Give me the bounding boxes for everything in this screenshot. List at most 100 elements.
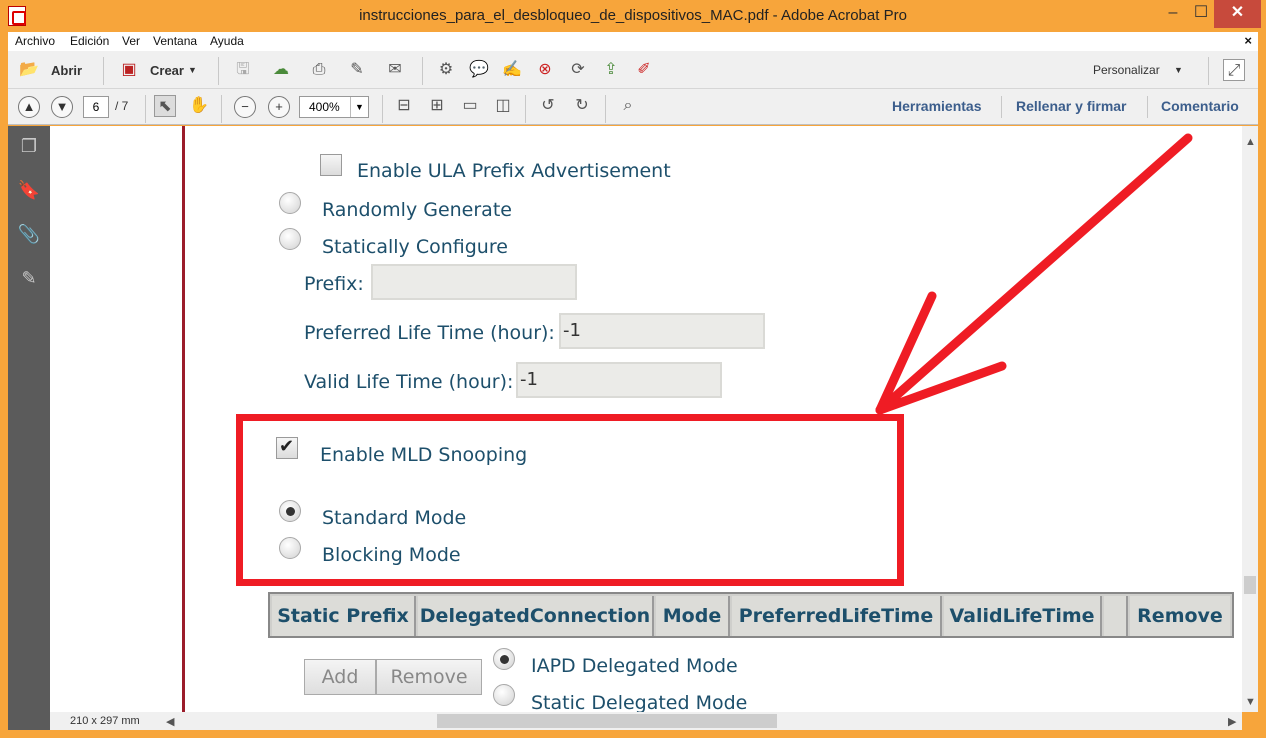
- horizontal-scrollbar[interactable]: ◀ ▶: [162, 712, 1242, 730]
- prefix-table-header: Static Prefix DelegatedConnection Mode P…: [268, 592, 1234, 638]
- static-delegated-label: Static Delegated Mode: [531, 692, 748, 712]
- vertical-scroll-thumb[interactable]: [1244, 576, 1256, 594]
- toolbar-divider: [422, 57, 423, 85]
- close-document-icon[interactable]: ×: [1244, 33, 1252, 48]
- create-pdf-icon[interactable]: ▣: [118, 59, 140, 81]
- valid-life-time-label: Valid Life Time (hour):: [304, 371, 514, 393]
- static-delegated-radio[interactable]: [493, 684, 515, 706]
- chevron-down-icon[interactable]: ▼: [350, 97, 368, 117]
- blocking-mode-radio[interactable]: [279, 537, 301, 559]
- bookmark-icon[interactable]: 🔖: [17, 178, 41, 202]
- next-page-icon[interactable]: ▼: [51, 96, 73, 118]
- print-icon[interactable]: ⎙: [308, 59, 330, 81]
- create-button[interactable]: Crear: [150, 63, 184, 78]
- customize-dropdown-icon[interactable]: ▼: [1174, 65, 1183, 75]
- menu-edicion[interactable]: Edición: [70, 34, 109, 48]
- fit-page-icon[interactable]: ⊞: [426, 95, 448, 117]
- acrobat-window: instrucciones_para_el_desbloqueo_de_disp…: [0, 0, 1266, 738]
- comment-icon[interactable]: 💬: [468, 59, 490, 81]
- standard-mode-label: Standard Mode: [322, 507, 467, 529]
- gear-icon[interactable]: ⚙: [435, 59, 457, 81]
- open-button[interactable]: Abrir: [51, 63, 82, 78]
- email-icon[interactable]: ✉: [384, 59, 406, 81]
- minimize-button[interactable]: ‒: [1160, 0, 1186, 28]
- zoom-select[interactable]: 400% ▼: [299, 96, 369, 118]
- mld-snooping-checkbox[interactable]: [276, 436, 298, 459]
- menu-ver[interactable]: Ver: [122, 34, 140, 48]
- randomly-generate-radio[interactable]: [279, 192, 301, 214]
- expand-icon[interactable]: ⤢: [1223, 59, 1245, 81]
- statically-configure-radio[interactable]: [279, 228, 301, 250]
- create-dropdown-icon[interactable]: ▼: [188, 65, 197, 75]
- search-icon[interactable]: ⌕: [617, 95, 639, 117]
- save-icon[interactable]: 🖫: [232, 59, 254, 81]
- folder-icon[interactable]: 📂: [18, 59, 40, 81]
- column-delegated-connection: DelegatedConnection: [418, 596, 654, 636]
- navigation-toolbar: ▲ ▼ 6 / 7 ⬉ ✋ − + 400% ▼ ⊟ ⊞ ▭ ◫ ↺ ↻ ⌕ H…: [8, 89, 1258, 125]
- toolbar-divider: [103, 57, 104, 85]
- fit-width-icon[interactable]: ⊟: [393, 95, 415, 117]
- iapd-delegated-radio[interactable]: [493, 648, 515, 670]
- highlight-icon[interactable]: ✍: [501, 59, 523, 81]
- zoom-in-icon[interactable]: +: [268, 96, 290, 118]
- document-view[interactable]: Enable ULA Prefix Advertisement Randomly…: [50, 126, 1242, 712]
- sign-icon[interactable]: ✐: [633, 59, 655, 81]
- prefix-label: Prefix:: [304, 273, 364, 295]
- toolbar-divider: [1147, 96, 1148, 118]
- signature-icon[interactable]: ✎: [17, 266, 41, 290]
- single-page-icon[interactable]: ▭: [459, 95, 481, 117]
- horizontal-scroll-thumb[interactable]: [437, 714, 777, 728]
- standard-mode-radio[interactable]: [279, 500, 301, 522]
- hand-tool-icon[interactable]: ✋: [188, 95, 210, 117]
- rotate-clockwise-icon[interactable]: ↻: [571, 95, 593, 117]
- scroll-down-icon[interactable]: ▼: [1245, 696, 1256, 708]
- two-page-icon[interactable]: ◫: [492, 95, 514, 117]
- mld-snooping-label: Enable MLD Snooping: [320, 444, 528, 466]
- zoom-out-icon[interactable]: −: [234, 96, 256, 118]
- ula-prefix-checkbox[interactable]: [320, 154, 342, 176]
- scroll-right-icon[interactable]: ▶: [1228, 715, 1236, 728]
- page-thumbnails-icon[interactable]: ❐: [17, 134, 41, 158]
- page-size-readout: 210 x 297 mm: [50, 712, 162, 730]
- title-bar: instrucciones_para_el_desbloqueo_de_disp…: [0, 0, 1266, 32]
- ula-prefix-label: Enable ULA Prefix Advertisement: [357, 160, 671, 182]
- upload-cloud-icon[interactable]: ☁: [270, 59, 292, 81]
- close-button[interactable]: ✕: [1214, 0, 1261, 28]
- valid-life-time-input[interactable]: -1: [516, 362, 722, 398]
- extract-page-icon[interactable]: ⇪: [600, 59, 622, 81]
- column-valid-life-time: ValidLifeTime: [944, 596, 1102, 636]
- page-margin-line: [182, 126, 185, 712]
- delete-page-icon[interactable]: ⊗: [534, 59, 556, 81]
- column-mode: Mode: [656, 596, 730, 636]
- attachment-icon[interactable]: 📎: [17, 222, 41, 246]
- previous-page-icon[interactable]: ▲: [18, 96, 40, 118]
- toolbar-divider: [525, 95, 526, 123]
- fill-sign-link[interactable]: Rellenar y firmar: [1016, 98, 1127, 114]
- scroll-up-icon[interactable]: ▲: [1245, 136, 1256, 148]
- scroll-left-icon[interactable]: ◀: [166, 715, 174, 728]
- column-remove: Remove: [1130, 596, 1230, 636]
- edit-icon[interactable]: ✎: [346, 59, 368, 81]
- menu-ventana[interactable]: Ventana: [153, 34, 197, 48]
- window-title: instrucciones_para_el_desbloqueo_de_disp…: [359, 7, 907, 24]
- menu-ayuda[interactable]: Ayuda: [210, 34, 244, 48]
- remove-button[interactable]: Remove: [376, 659, 482, 695]
- toolbar-divider: [145, 95, 146, 123]
- zoom-value: 400%: [309, 100, 340, 114]
- select-cursor-icon[interactable]: ⬉: [154, 95, 176, 117]
- rotate-counterclockwise-icon[interactable]: ↺: [537, 95, 559, 117]
- iapd-delegated-label: IAPD Delegated Mode: [531, 655, 738, 677]
- add-button[interactable]: Add: [304, 659, 376, 695]
- main-toolbar: 📂 Abrir ▣ Crear ▼ 🖫 ☁ ⎙ ✎ ✉ ⚙ 💬 ✍ ⊗ ⟳ ⇪ …: [8, 51, 1258, 89]
- customize-button[interactable]: Personalizar: [1093, 63, 1160, 77]
- blocking-mode-label: Blocking Mode: [322, 544, 461, 566]
- comment-link[interactable]: Comentario: [1161, 98, 1239, 114]
- prefix-input[interactable]: [371, 264, 577, 300]
- menu-archivo[interactable]: Archivo: [15, 34, 55, 48]
- maximize-button[interactable]: ☐: [1188, 0, 1214, 28]
- page-number-input[interactable]: 6: [83, 96, 109, 118]
- vertical-scrollbar[interactable]: ▲ ▼: [1242, 126, 1258, 712]
- tools-link[interactable]: Herramientas: [892, 98, 982, 114]
- rotate-page-icon[interactable]: ⟳: [567, 59, 589, 81]
- preferred-life-time-input[interactable]: -1: [559, 313, 765, 349]
